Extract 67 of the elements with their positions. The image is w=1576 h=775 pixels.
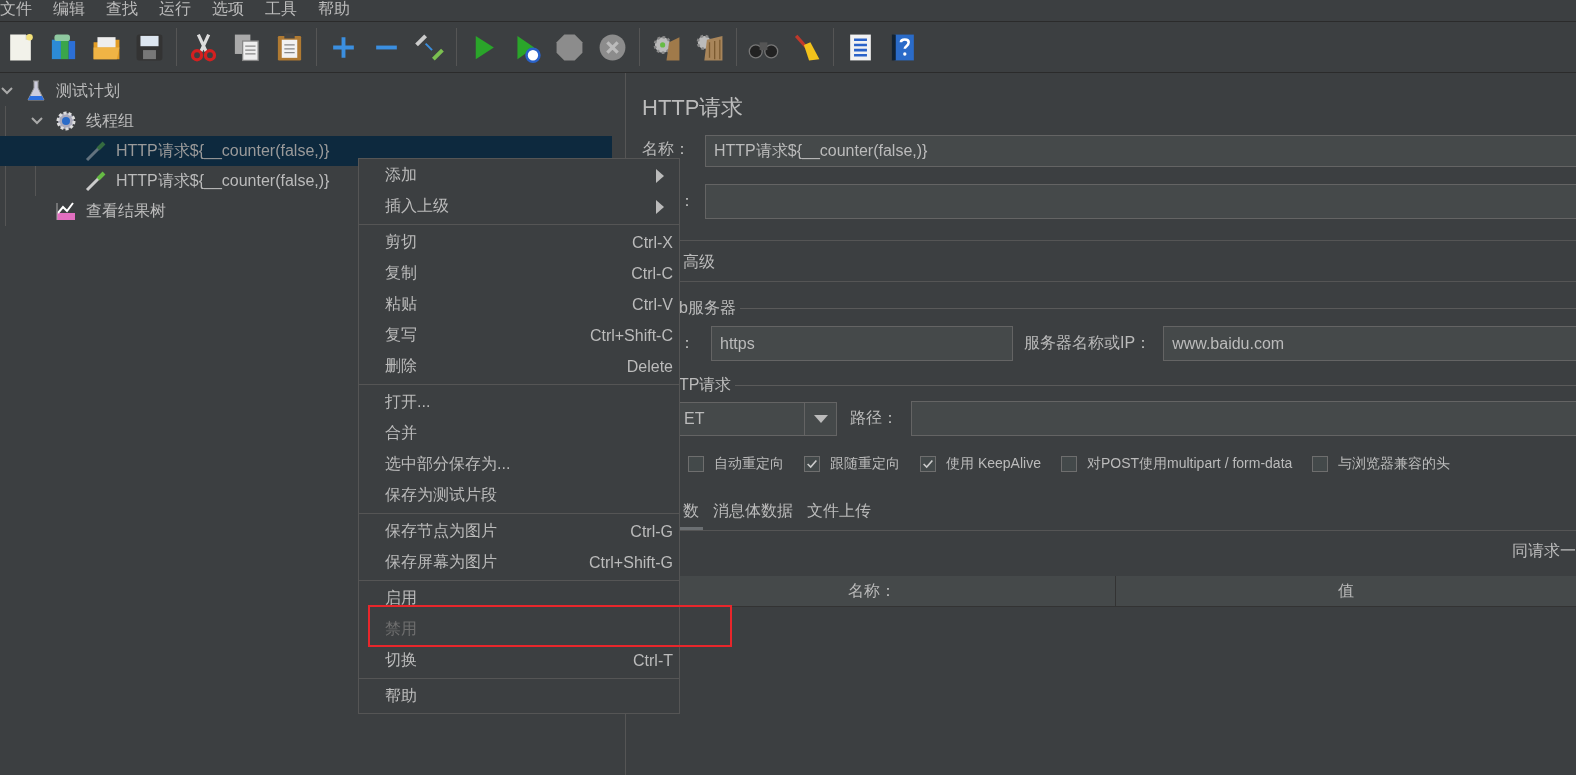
- menu-item[interactable]: 切换 Ctrl-T: [359, 645, 679, 676]
- note-text: 同请求一: [1512, 540, 1576, 561]
- tab[interactable]: 消息体数据: [709, 496, 797, 530]
- checkbox[interactable]: [1312, 456, 1329, 472]
- menu-item[interactable]: 编辑: [53, 0, 85, 19]
- field-label: 服务器名称或IP：: [1024, 333, 1152, 353]
- checkbox-label: 自动重定向: [714, 455, 784, 473]
- checkbox-label: 与浏览器兼容的头: [1338, 455, 1451, 473]
- menu-item[interactable]: 查找: [106, 0, 138, 19]
- group-title: b服务器: [679, 297, 736, 318]
- shortcut-text: Ctrl-G: [630, 522, 673, 541]
- menu-item[interactable]: 保存为测试片段: [359, 480, 679, 511]
- checkbox-label: 对POST使用multipart / form-data: [1086, 455, 1293, 473]
- shortcut-text: Ctrl+Shift-C: [589, 326, 673, 345]
- submenu-arrow-icon: [655, 199, 665, 214]
- menu-item[interactable]: 粘贴 Ctrl-V: [359, 289, 679, 320]
- menu-item[interactable]: 工具: [265, 0, 297, 19]
- dropdown-arrow-icon: [813, 414, 828, 423]
- menu-item[interactable]: 帮助: [318, 0, 350, 19]
- tab[interactable]: 高级: [679, 247, 719, 281]
- path-field[interactable]: [911, 401, 1576, 436]
- menu-item[interactable]: 帮助: [359, 681, 679, 712]
- field-label: ：: [679, 191, 696, 211]
- tree-item[interactable]: 查看结果树: [86, 200, 166, 222]
- menu-item[interactable]: 保存屏幕为图片 Ctrl+Shift-G: [359, 547, 679, 578]
- shortcut-text: Ctrl-C: [631, 264, 673, 283]
- shortcut-text: Ctrl-V: [632, 295, 673, 314]
- menu-item[interactable]: 剪切 Ctrl-X: [359, 227, 679, 258]
- panel-title: HTTP请求: [642, 94, 745, 122]
- name-field[interactable]: HTTP请求${__counter(false,)}: [705, 135, 1576, 167]
- server-field[interactable]: www.baidu.com: [1163, 326, 1576, 361]
- field-label: ：: [679, 333, 696, 353]
- method-dropdown[interactable]: ET: [679, 401, 837, 436]
- menu-item[interactable]: 文件: [0, 0, 32, 19]
- checkbox-label: 使用 KeepAlive: [946, 455, 1041, 473]
- scissors-icon[interactable]: [188, 31, 219, 63]
- menu-item[interactable]: 复写 Ctrl+Shift-C: [359, 320, 679, 351]
- shortcut-text: Ctrl-X: [632, 233, 673, 252]
- menu-item[interactable]: 运行: [159, 0, 191, 19]
- group-title: TP请求: [679, 374, 732, 395]
- field-label: 名称：: [642, 139, 691, 159]
- menu-item[interactable]: 选中部分保存为...: [359, 449, 679, 480]
- checkbox[interactable]: [920, 456, 936, 472]
- shortcut-text: Delete: [626, 357, 673, 376]
- menu-item[interactable]: 启用: [359, 583, 679, 614]
- checkbox[interactable]: [804, 456, 820, 472]
- menu-item[interactable]: 删除 Delete: [359, 351, 679, 382]
- tab[interactable]: 文件上传: [803, 496, 875, 530]
- menu-item[interactable]: 保存节点为图片 Ctrl-G: [359, 516, 679, 547]
- tree-item[interactable]: 测试计划: [56, 80, 120, 102]
- checkbox[interactable]: [688, 456, 704, 472]
- tree-item[interactable]: 线程组: [86, 110, 134, 132]
- column-header: 值: [1337, 580, 1356, 601]
- tree-item[interactable]: HTTP请求${__counter(false,)}: [116, 170, 330, 192]
- comment-field[interactable]: [705, 184, 1576, 219]
- shortcut-text: Ctrl-T: [633, 651, 673, 670]
- field-label: 路径：: [850, 408, 898, 428]
- checkbox-label: 跟随重定向: [830, 455, 900, 473]
- checkbox[interactable]: [1060, 456, 1077, 472]
- menu-item[interactable]: 合并: [359, 418, 679, 449]
- menu-item[interactable]: 复制 Ctrl-C: [359, 258, 679, 289]
- menu-item[interactable]: 插入上级: [359, 191, 679, 222]
- protocol-field[interactable]: https: [711, 326, 1013, 361]
- menu-item[interactable]: 选项: [212, 0, 244, 19]
- submenu-arrow-icon: [655, 168, 665, 183]
- shortcut-text: Ctrl+Shift-G: [589, 553, 673, 572]
- menu-item[interactable]: 打开...: [359, 387, 679, 418]
